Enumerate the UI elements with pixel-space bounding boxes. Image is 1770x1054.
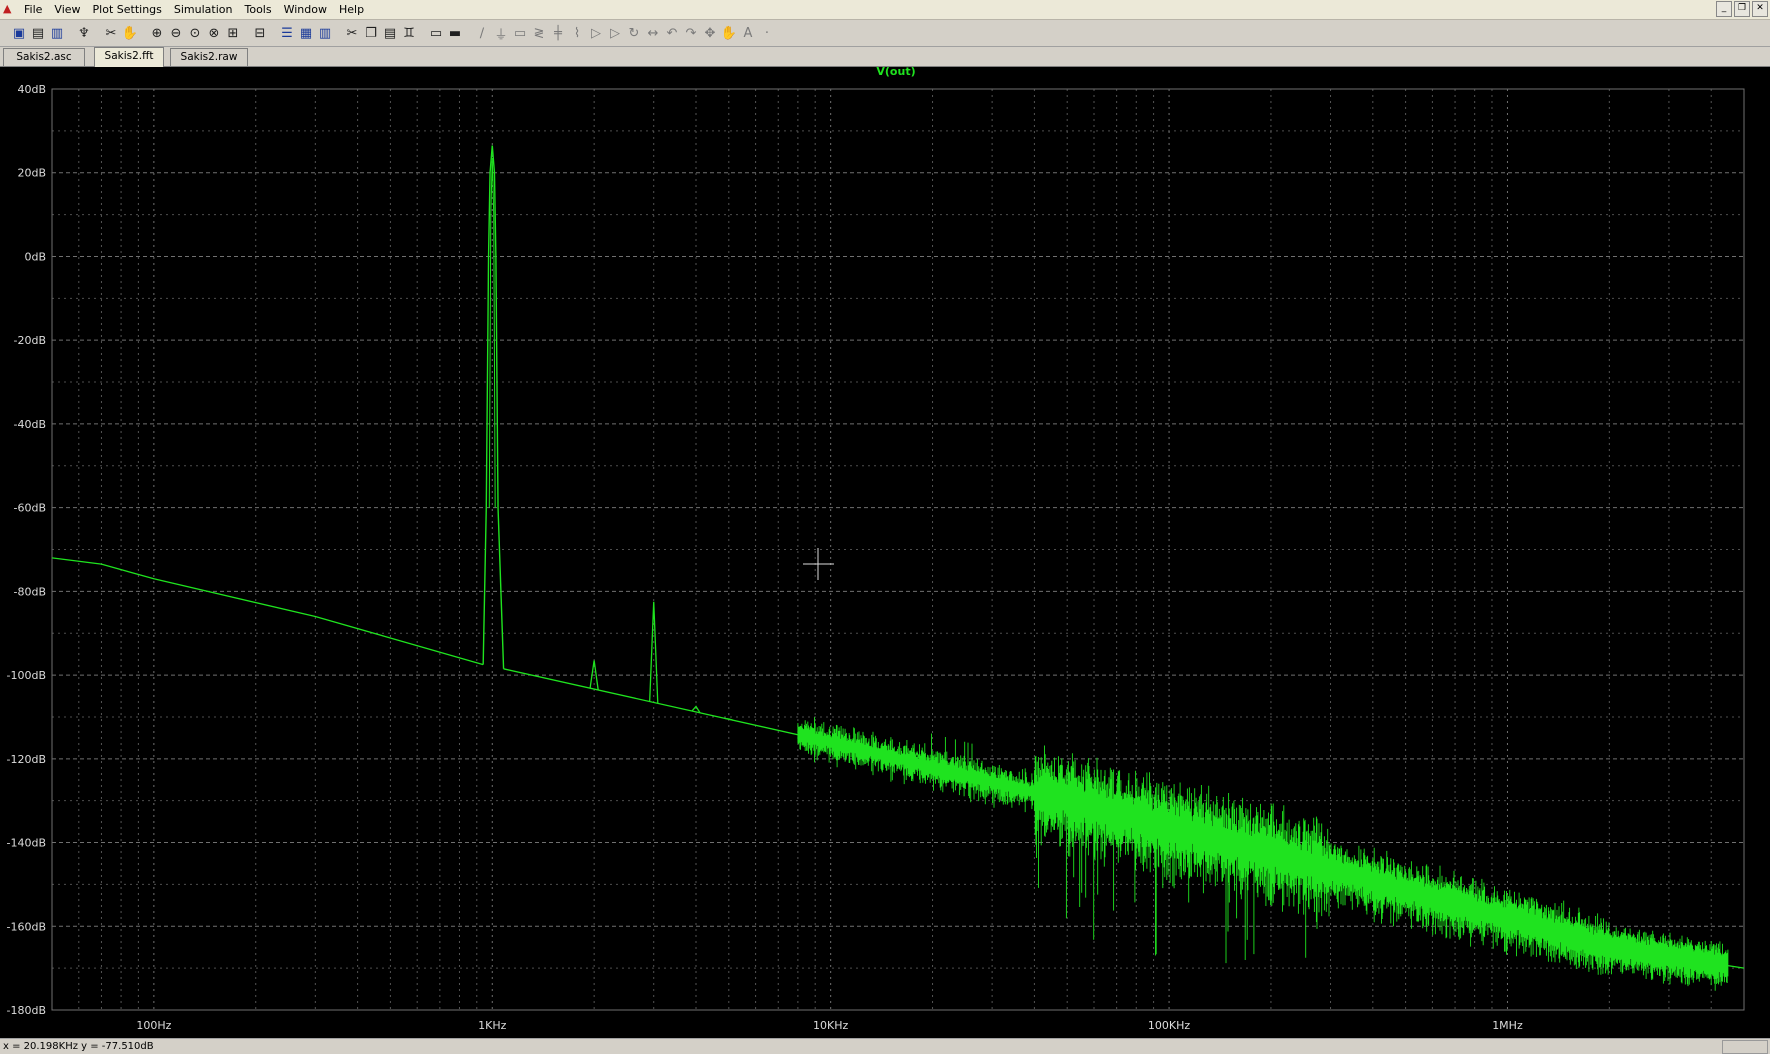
open-icon[interactable]: ▤	[28, 23, 48, 43]
x-axis: 100Hz 1KHz 10KHz 100KHz 1MHz	[136, 1019, 1523, 1032]
y-tick-label: -20dB	[14, 334, 47, 347]
menu-plot-settings[interactable]: Plot Settings	[87, 0, 168, 19]
component-icon[interactable]: ▷	[605, 23, 625, 43]
close-icon[interactable]: ✕	[1752, 1, 1768, 17]
print-icon[interactable]: ▬	[445, 23, 465, 43]
tab-sakis2-fft[interactable]: Sakis2.fft	[94, 47, 164, 67]
x-tick-label: 1MHz	[1492, 1019, 1523, 1032]
x-tick-label: 100KHz	[1148, 1019, 1190, 1032]
copy-icon[interactable]: ❐	[361, 23, 381, 43]
plot-grid	[51, 88, 1745, 1011]
rotate-icon[interactable]: ↻	[624, 23, 644, 43]
zoom-out-icon[interactable]: ⊖	[166, 23, 186, 43]
tile-horizontal-icon[interactable]: ☰	[277, 23, 297, 43]
minimize-icon[interactable]: _	[1716, 1, 1732, 17]
y-tick-label: -180dB	[7, 1004, 47, 1017]
menu-tools[interactable]: Tools	[238, 0, 277, 19]
wire-icon[interactable]: ∕	[472, 23, 492, 43]
crosshair-cursor	[803, 548, 834, 580]
text-icon[interactable]: A	[738, 23, 758, 43]
tab-sakis2-raw[interactable]: Sakis2.raw	[170, 48, 248, 66]
restore-icon[interactable]: ❐	[1734, 1, 1750, 17]
y-tick-label: -60dB	[14, 502, 47, 515]
print-preview-icon[interactable]: ▭	[426, 23, 446, 43]
autorange-icon[interactable]: ⊞	[223, 23, 243, 43]
y-tick-label: -140dB	[7, 837, 47, 850]
y-tick-label: -80dB	[14, 585, 47, 598]
zoom-in-icon[interactable]: ⊕	[147, 23, 167, 43]
new-schematic-icon[interactable]: ▣	[9, 23, 29, 43]
menu-view[interactable]: View	[48, 0, 86, 19]
resistor-icon[interactable]: ≷	[529, 23, 549, 43]
main-menu: File View Plot Settings Simulation Tools Wind…	[18, 0, 370, 19]
menu-simulation[interactable]: Simulation	[168, 0, 239, 19]
mirror-icon[interactable]: ↔	[643, 23, 663, 43]
run-icon[interactable]: ✂	[101, 23, 121, 43]
x-tick-label: 10KHz	[813, 1019, 848, 1032]
y-tick-label: -100dB	[7, 669, 47, 682]
y-axis: 40dB 20dB 0dB -20dB -40dB -60dB -80dB -100dB -12…	[7, 83, 47, 1017]
fft-plot[interactable]: 40dB 20dB 0dB -20dB -40dB -60dB -80dB -100dB -12…	[0, 65, 1770, 1038]
find-icon[interactable]: ♊	[399, 23, 419, 43]
y-tick-label: 0dB	[24, 250, 46, 263]
resize-grip[interactable]	[1722, 1040, 1768, 1054]
undo-icon[interactable]: ↶	[662, 23, 682, 43]
tab-sakis2-asc[interactable]: Sakis2.asc	[3, 48, 85, 66]
menu-file[interactable]: File	[18, 0, 48, 19]
trace-peak-harmonic	[649, 601, 659, 704]
y-tick-label: -120dB	[7, 753, 47, 766]
zoom-cancel-icon[interactable]: ⊗	[204, 23, 224, 43]
menu-help[interactable]: Help	[333, 0, 370, 19]
window-controls: _ ❐ ✕	[1716, 1, 1768, 17]
save-icon[interactable]: ▥	[47, 23, 67, 43]
drag-icon[interactable]: ✋	[719, 23, 739, 43]
y-tick-label: 40dB	[17, 83, 46, 96]
y-tick-label: -160dB	[7, 920, 47, 933]
ground-icon[interactable]: ⏚	[491, 23, 511, 43]
y-tick-label: -40dB	[14, 418, 47, 431]
x-tick-label: 100Hz	[136, 1019, 171, 1032]
fft-icon[interactable]: ⊟	[250, 23, 270, 43]
control-panel-icon[interactable]: ♆	[74, 23, 94, 43]
menu-bar: ▲ File View Plot Settings Simulation Tools Wi…	[0, 0, 1770, 20]
status-bar: x = 20.198KHz y = -77.510dB	[0, 1038, 1770, 1054]
y-tick-label: 20dB	[17, 167, 46, 180]
redo-icon[interactable]: ↷	[681, 23, 701, 43]
zoom-fit-icon[interactable]: ⊙	[185, 23, 205, 43]
cascade-icon[interactable]: ▦	[296, 23, 316, 43]
document-tabs: Sakis2.asc Sakis2.fft Sakis2.raw	[0, 47, 1770, 67]
trace-label[interactable]: V(out)	[876, 65, 915, 78]
diode-icon[interactable]: ▷	[586, 23, 606, 43]
toolbar: ▣ ▤ ▥ ♆ ✂ ✋ ⊕ ⊖ ⊙ ⊗ ⊞ ⊟ ☰ ▦ ▥ ✂ ❐ ▤ ♊ ▭ ▬ ∕ ⏚ ▭ ≷ ╪ ⌇ ▷ ▷ ↻ ↔ ↶ ↷ ✥ ✋ A ·	[0, 20, 1770, 47]
move-icon[interactable]: ✥	[700, 23, 720, 43]
paste-icon[interactable]: ▤	[380, 23, 400, 43]
menu-window[interactable]: Window	[278, 0, 333, 19]
trace-baseline	[51, 557, 484, 666]
inductor-icon[interactable]: ⌇	[567, 23, 587, 43]
cursor-readout: x = 20.198KHz y = -77.510dB	[3, 1041, 154, 1052]
ltspice-app-icon[interactable]: ▲	[3, 3, 15, 15]
x-tick-label: 1KHz	[478, 1019, 506, 1032]
cut-icon[interactable]: ✂	[342, 23, 362, 43]
waveform-viewer[interactable]: 40dB 20dB 0dB -20dB -40dB -60dB -80dB -100dB -12…	[0, 65, 1770, 1038]
trace-v-out[interactable]	[51, 145, 1745, 991]
tile-vertical-icon[interactable]: ▥	[315, 23, 335, 43]
capacitor-icon[interactable]: ╪	[548, 23, 568, 43]
pan-icon[interactable]: ✋	[120, 23, 140, 43]
label-icon[interactable]: ▭	[510, 23, 530, 43]
trace-noise-band	[797, 717, 1729, 991]
spice-directive-icon[interactable]: ·	[757, 23, 777, 43]
